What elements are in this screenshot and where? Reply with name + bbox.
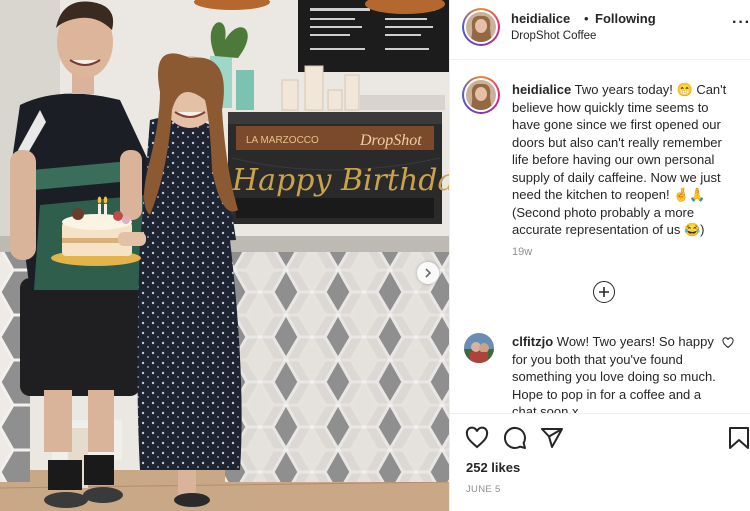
post-side-panel: heidialice • Following DropShot Coffee ·… [449,0,750,511]
avatar-photo-icon [466,12,496,42]
photo-scene: LA MARZOCCO DropShot Happy Birthday [0,0,449,511]
carousel-next-button[interactable] [417,262,439,284]
birthday-banner: Happy Birthday [231,163,449,198]
more-options-icon[interactable]: ··· [732,14,750,32]
share-icon[interactable] [540,426,564,450]
separator-dot: • [584,11,589,26]
author-username[interactable]: heidialice [511,11,570,26]
post-photo[interactable]: LA MARZOCCO DropShot Happy Birthday [0,0,449,511]
bookmark-icon[interactable] [728,426,750,450]
chevron-right-icon [425,268,432,278]
plus-circle-icon [599,287,609,297]
comment-icon[interactable] [503,426,527,450]
heart-icon[interactable] [465,426,489,450]
caption-text: Two years today! 😁 Can't believe how qui… [512,82,727,237]
following-button[interactable]: Following [595,11,656,26]
comment-item: clfitzjo Wow! Two years! So happy for yo… [512,333,724,413]
avatar-photo-icon [466,80,496,110]
post-caption: heidialice Two years today! 😁 Can't beli… [512,81,738,239]
author-avatar[interactable] [462,8,500,46]
heart-icon[interactable] [722,337,734,349]
action-bar: 252 likes JUNE 5 [450,413,750,511]
commenter-avatar[interactable] [464,333,494,363]
post-header: heidialice • Following DropShot Coffee ·… [450,0,750,60]
machine-brand-text: LA MARZOCCO [246,135,319,146]
comments-section[interactable]: heidialice Two years today! 😁 Can't beli… [450,61,750,413]
caption-timestamp[interactable]: 19w [512,246,532,258]
post-date[interactable]: JUNE 5 [466,484,501,495]
caption-avatar[interactable] [462,76,500,114]
like-count[interactable]: 252 likes [466,460,520,475]
load-more-comments-button[interactable] [593,281,615,303]
shop-sign-text: DropShot [359,132,422,149]
commenter-username[interactable]: clfitzjo [512,334,553,349]
avatar-photo-icon [464,333,494,363]
post-location[interactable]: DropShot Coffee [511,30,596,42]
caption-username[interactable]: heidialice [512,82,571,97]
